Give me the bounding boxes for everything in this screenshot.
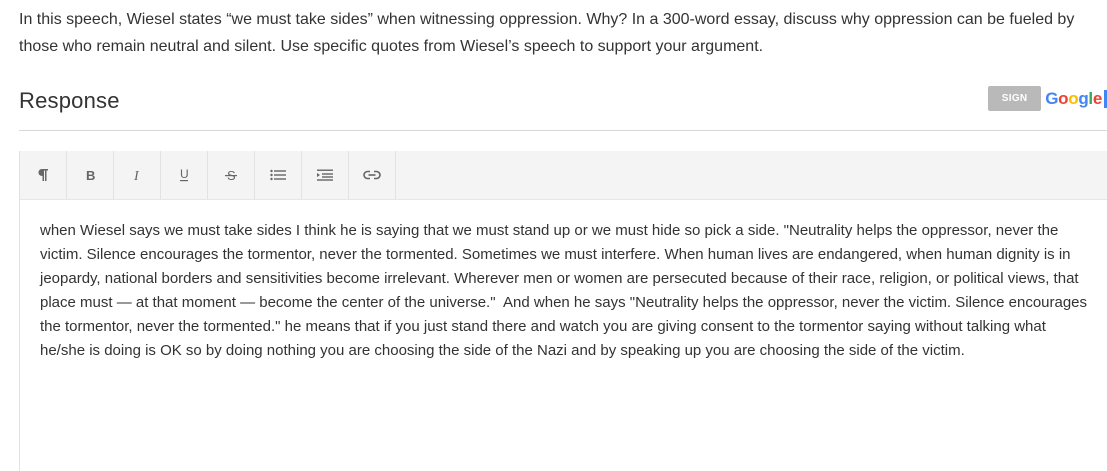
response-heading: Response [19, 88, 120, 113]
svg-text:B: B [86, 168, 95, 182]
indent-button[interactable] [302, 151, 349, 199]
underline-icon: U [178, 167, 190, 183]
italic-button[interactable]: I [114, 151, 161, 199]
strikethrough-icon: S [224, 168, 238, 182]
essay-prompt: In this speech, Wiesel states “we must t… [19, 11, 1075, 55]
indent-icon [317, 169, 333, 181]
bullet-list-button[interactable] [255, 151, 302, 199]
bullet-list-icon [270, 169, 286, 181]
paragraph-icon [36, 168, 50, 182]
google-logo[interactable]: Google [1045, 86, 1107, 111]
editor-text-area[interactable]: when Wiesel says we must take sides I th… [20, 200, 1107, 363]
google-signin[interactable]: SIGN IN Google [988, 86, 1107, 129]
svg-text:U: U [180, 167, 189, 181]
link-button[interactable] [349, 151, 396, 199]
editor-toolbar: B I U S [20, 151, 1107, 200]
rich-text-editor: B I U S [19, 151, 1107, 471]
bold-button[interactable]: B [67, 151, 114, 199]
strikethrough-button[interactable]: S [208, 151, 255, 199]
link-icon [363, 170, 381, 180]
bold-icon: B [84, 168, 96, 182]
paragraph-button[interactable] [20, 151, 67, 199]
italic-icon: I [131, 168, 143, 182]
underline-button[interactable]: U [161, 151, 208, 199]
divider [19, 130, 1107, 131]
sign-in-button[interactable]: SIGN IN [988, 86, 1042, 129]
svg-text:I: I [133, 169, 140, 182]
